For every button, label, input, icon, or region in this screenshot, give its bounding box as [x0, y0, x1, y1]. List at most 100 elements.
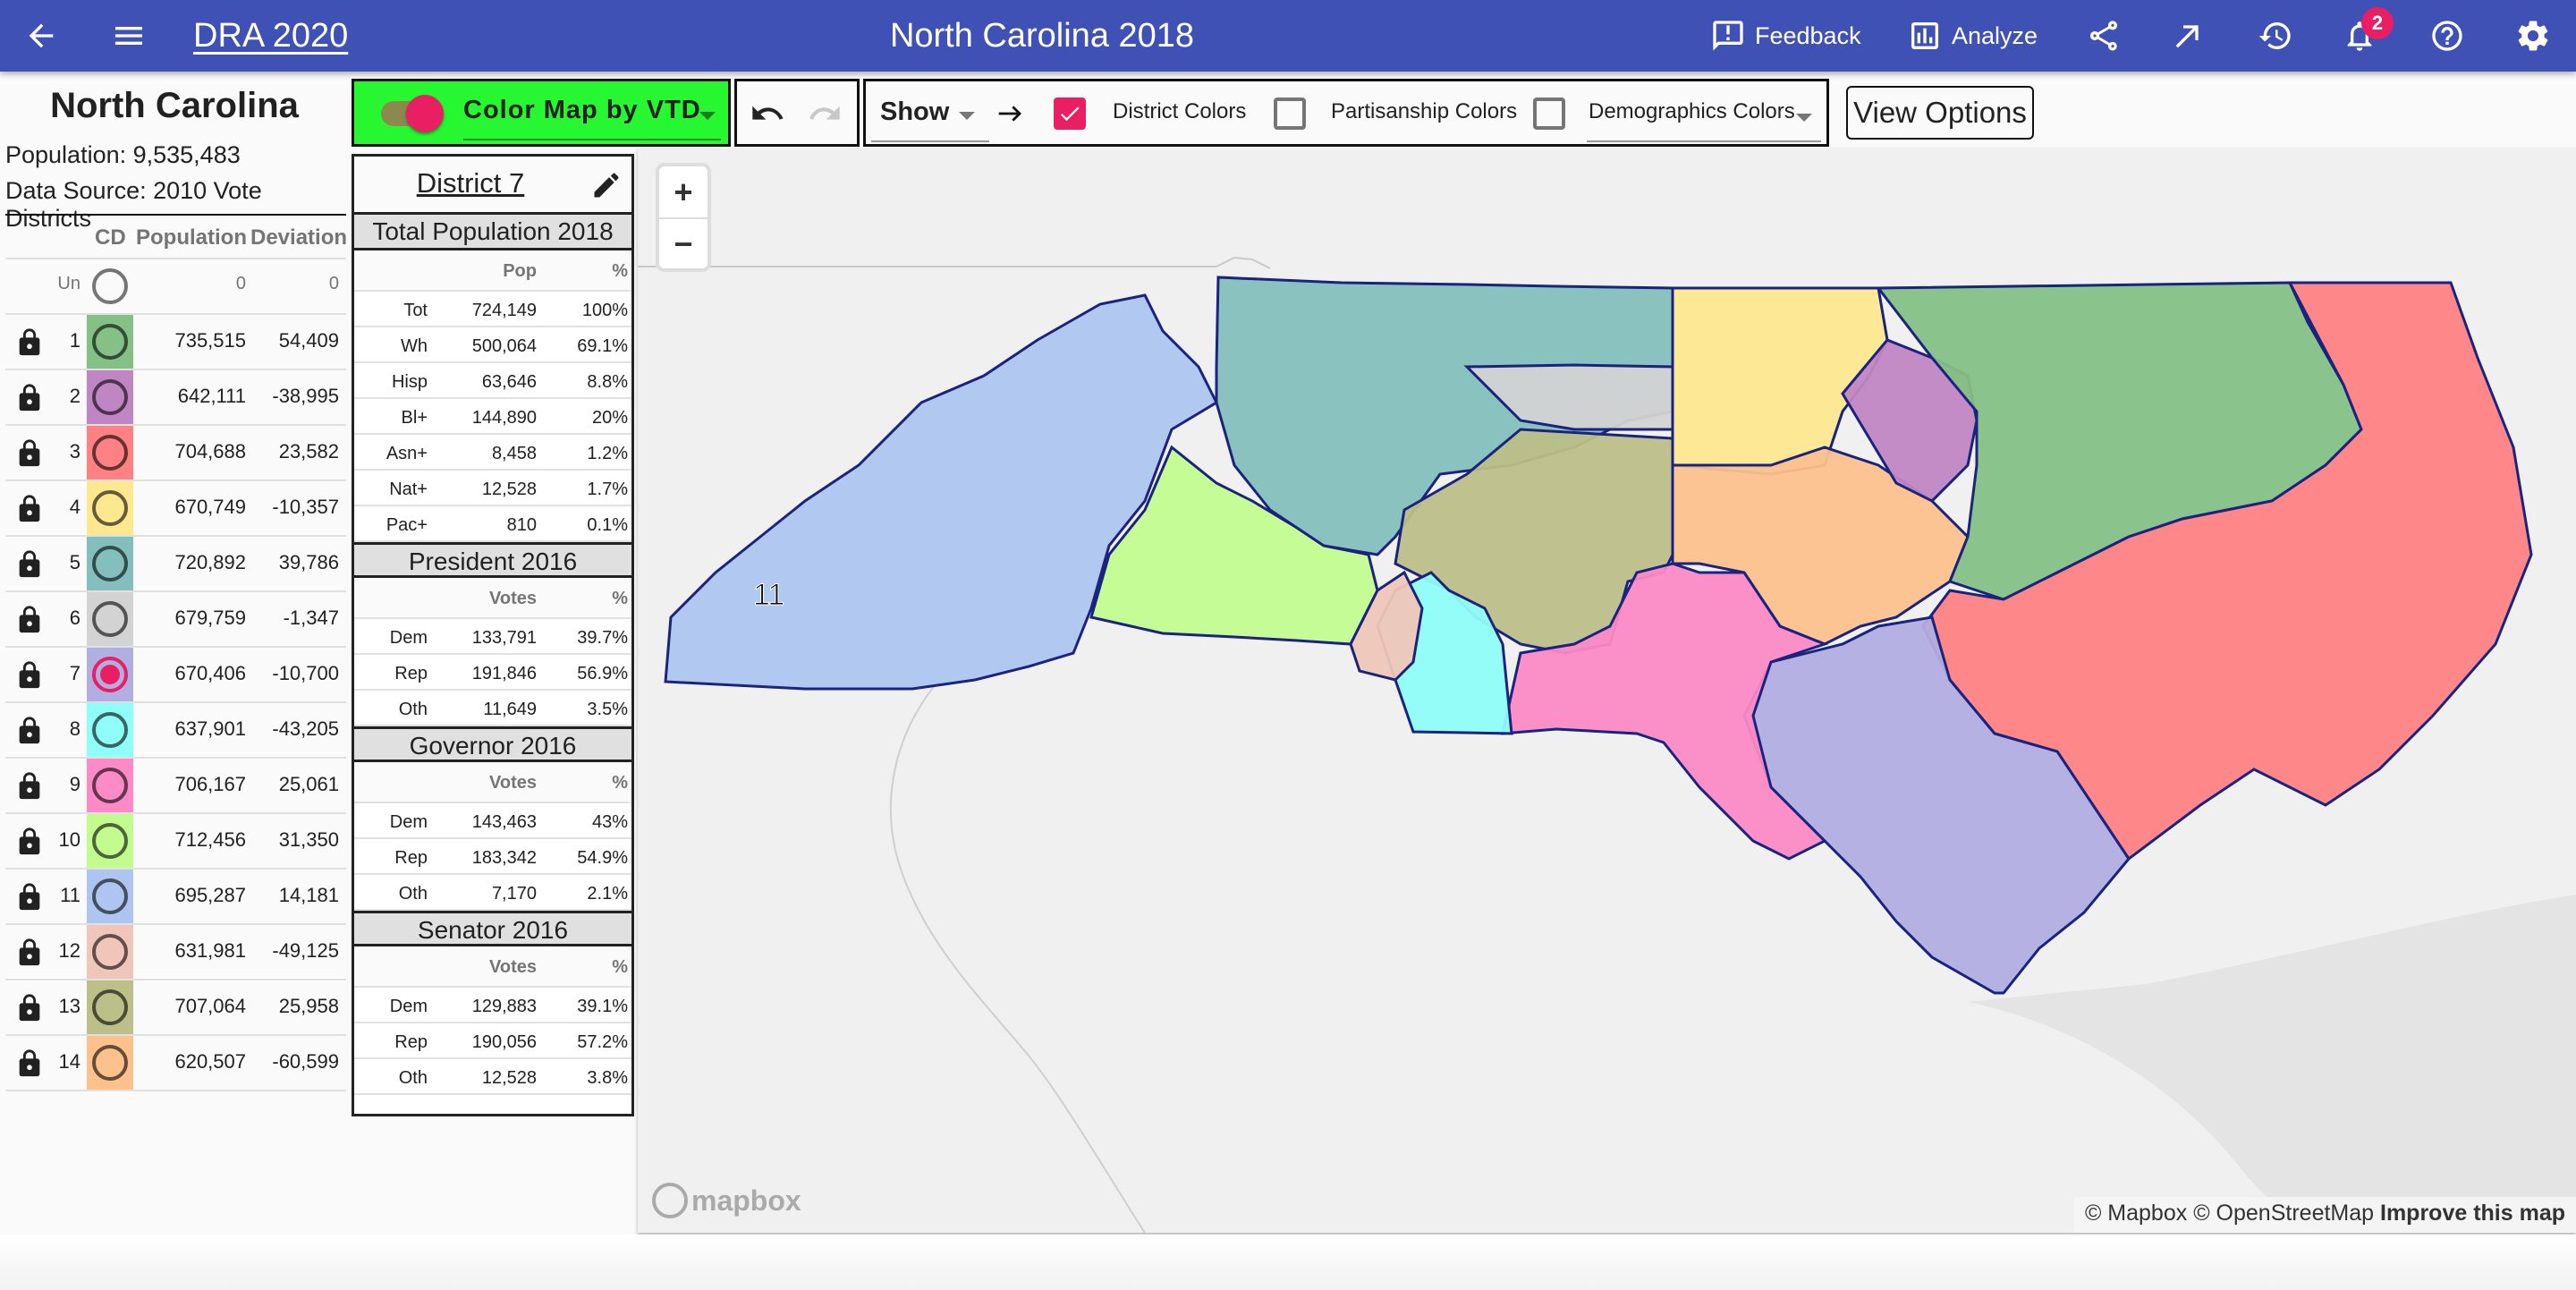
district-row[interactable]: 4 670,749 -10,357	[5, 480, 346, 535]
lock-icon[interactable]	[14, 324, 45, 361]
district-row[interactable]: 3 704,688 23,582	[5, 424, 346, 480]
district-row[interactable]: 9 706,167 25,061	[5, 757, 346, 812]
lock-icon[interactable]	[14, 823, 45, 861]
district-stats-panel: District 7 Total Population 2018 Pop% Tot 7…	[352, 154, 634, 1116]
district-row[interactable]: 5 720,892 39,786	[5, 535, 346, 590]
district-title[interactable]: District 7	[354, 167, 587, 199]
dropdown-caret-icon[interactable]	[699, 112, 716, 120]
district-11-region[interactable]	[664, 293, 1218, 691]
dropdown-caret-icon[interactable]	[1796, 114, 1812, 122]
district-row[interactable]: 7 670,406 -10,700	[5, 646, 346, 701]
stats-row-value: 191,846	[471, 664, 537, 683]
analyze-label: Analyze	[1952, 21, 2038, 49]
district-swatch[interactable]	[87, 759, 133, 812]
partisanship-colors-label[interactable]: Partisanship Colors	[1331, 99, 1517, 124]
analyze-button[interactable]: Analyze	[1907, 13, 2038, 59]
lock-icon[interactable]	[14, 768, 45, 805]
stats-row-label: Oth	[398, 1068, 428, 1088]
color-map-toggle-knob[interactable]	[406, 95, 444, 132]
share-button[interactable]	[2080, 13, 2127, 59]
lock-icon[interactable]	[14, 989, 45, 1027]
district-row[interactable]: 2 642,111 -38,995	[5, 369, 346, 424]
attribution-text[interactable]: © Mapbox © OpenStreetMap	[2085, 1201, 2374, 1226]
district-row[interactable]: 12 631,981 -49,125	[5, 923, 346, 979]
district-row[interactable]: 13 707,064 25,958	[5, 979, 346, 1034]
district-swatch[interactable]	[87, 870, 133, 923]
stats-row-label: Rep	[394, 1032, 428, 1052]
district-number: Un	[57, 274, 80, 293]
district-swatch[interactable]	[87, 426, 133, 480]
district-population: 712,456	[174, 828, 246, 851]
lock-icon[interactable]	[14, 379, 45, 417]
lock-icon[interactable]	[14, 435, 45, 472]
district-swatch[interactable]	[87, 703, 133, 757]
feedback-button[interactable]: Feedback	[1710, 13, 1861, 59]
column-label: %	[612, 261, 628, 281]
district-row[interactable]: 11 695,287 14,181	[5, 868, 346, 923]
district-swatch[interactable]	[87, 537, 133, 590]
partisanship-colors-checkbox[interactable]	[1274, 98, 1306, 130]
district-row[interactable]: 14 620,507 -60,599	[5, 1034, 346, 1090]
district-swatch[interactable]	[87, 814, 133, 868]
lock-icon[interactable]	[14, 601, 45, 639]
mapbox-logo[interactable]: mapbox	[652, 1181, 801, 1220]
map-view[interactable]: 11 + − mapbox © Mapbox © OpenStreetMap I…	[638, 149, 2576, 1233]
lock-icon[interactable]	[14, 1045, 45, 1082]
district-map[interactable]: 11	[638, 149, 2576, 1233]
view-options-button[interactable]: View Options	[1846, 86, 2034, 140]
lock-icon[interactable]	[14, 934, 45, 972]
notifications-button[interactable]: 2	[2336, 7, 2394, 59]
district-swatch[interactable]	[87, 259, 133, 313]
redo-icon[interactable]	[805, 96, 844, 132]
stats-row-percent: 2.1%	[587, 884, 628, 904]
improve-map-link[interactable]: Improve this map	[2380, 1201, 2565, 1226]
select-underline	[871, 140, 989, 142]
show-select[interactable]: Show	[880, 98, 949, 127]
radio-ring-icon	[92, 435, 128, 471]
stats-row-value: 724,149	[471, 301, 537, 320]
page-footer	[0, 1235, 2576, 1290]
lock-icon[interactable]	[14, 490, 45, 528]
undo-icon[interactable]	[748, 96, 787, 132]
district-row-unassigned[interactable]: Un 0 0	[5, 258, 346, 313]
demographics-colors-select[interactable]: Demographics Colors	[1589, 99, 1795, 124]
radio-ring-icon	[92, 1045, 128, 1081]
demographics-colors-checkbox[interactable]	[1533, 98, 1565, 130]
stats-row-percent: 1.2%	[587, 444, 628, 463]
district-row[interactable]: 1 735,515 54,409	[5, 313, 346, 369]
lock-icon[interactable]	[14, 878, 45, 916]
district-swatch[interactable]	[87, 925, 133, 979]
history-icon	[2258, 21, 2291, 49]
district-swatch[interactable]	[87, 592, 133, 646]
column-label: Votes	[489, 773, 537, 793]
district-swatch[interactable]	[87, 980, 133, 1034]
app-bar: DRA 2020 North Carolina 2018 Feedback An…	[0, 0, 2576, 72]
zoom-out-button[interactable]: −	[659, 217, 708, 268]
district-row[interactable]: 8 637,901 -43,205	[5, 701, 346, 757]
color-map-by-select[interactable]: Color Map by VTD	[463, 96, 701, 125]
dropdown-caret-icon[interactable]	[959, 112, 975, 120]
district-swatch[interactable]	[87, 315, 133, 369]
radio-ring-icon	[92, 934, 128, 970]
district-row[interactable]: 6 679,759 -1,347	[5, 590, 346, 646]
history-button[interactable]	[2252, 13, 2299, 59]
district-swatch[interactable]	[87, 1036, 133, 1090]
district-swatch[interactable]	[87, 481, 133, 535]
undo-redo-group	[734, 79, 860, 147]
district-swatch[interactable]	[87, 370, 133, 424]
district-colors-label[interactable]: District Colors	[1113, 99, 1246, 124]
lock-icon[interactable]	[14, 712, 45, 750]
open-external-button[interactable]	[2165, 13, 2211, 59]
zoom-in-button[interactable]: +	[659, 166, 708, 217]
lock-icon[interactable]	[14, 657, 45, 694]
district-swatch[interactable]	[87, 648, 133, 701]
lock-icon[interactable]	[14, 546, 45, 583]
radio-ring-icon	[92, 546, 128, 581]
radio-ring-icon	[92, 601, 128, 637]
district-colors-checkbox[interactable]	[1054, 98, 1086, 130]
pencil-edit-icon[interactable]	[590, 169, 623, 201]
help-button[interactable]	[2424, 13, 2470, 59]
settings-button[interactable]	[2510, 13, 2556, 59]
district-row[interactable]: 10 712,456 31,350	[5, 812, 346, 868]
stats-column-header: Votes%	[354, 762, 631, 803]
